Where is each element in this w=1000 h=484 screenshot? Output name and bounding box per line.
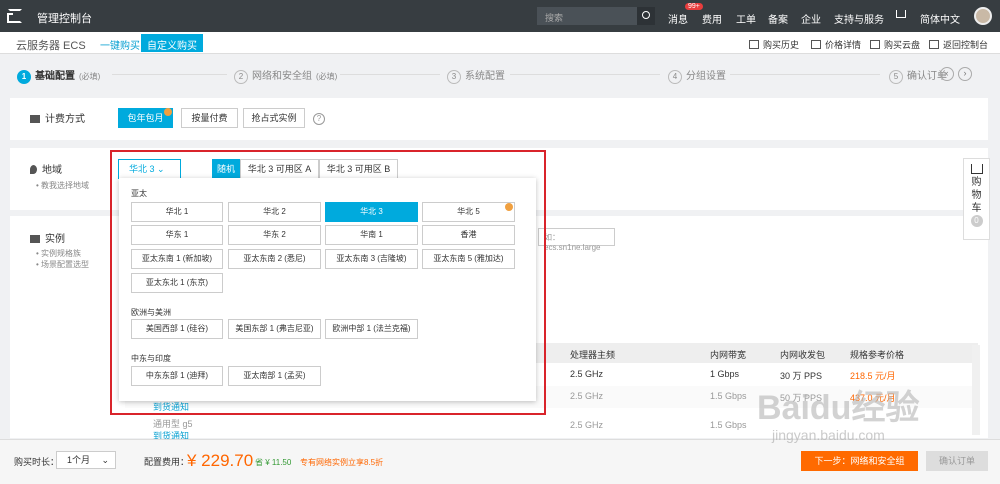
price-detail-link[interactable]: 价格详情 [811, 38, 861, 51]
console-title[interactable]: 管理控制台 [37, 10, 92, 26]
instance-label: 实例 [30, 230, 65, 245]
instance-icon [30, 235, 40, 243]
savings-text: 省 ¥ 11.50 [255, 458, 292, 467]
region-label: 地域 [30, 161, 62, 176]
col-bandwidth[interactable]: 内网带宽 [710, 348, 746, 361]
step-network-security[interactable]: 2 网络和安全组 (必填) [234, 67, 337, 84]
instance-family-link[interactable]: • 实例规格族 [36, 248, 81, 259]
search-input[interactable]: 搜索 [537, 7, 651, 25]
price-icon [811, 40, 821, 49]
tab-custom-buy[interactable]: 自定义购买 [141, 34, 203, 52]
cart-count: 0 [970, 215, 983, 227]
cart-icon [970, 164, 983, 174]
promo-text: 专有网络实例立享8.5折 [300, 458, 384, 467]
step-system-config[interactable]: 3 系统配置 [447, 67, 505, 84]
aliyun-logo-icon[interactable] [7, 9, 22, 23]
wizard-steps: 1 基础配置 (必填) 2 网络和安全组 (必填) 3 系统配置 4 分组设置 5 确认订单 … [0, 60, 1000, 90]
purchase-history-link[interactable]: 购买历史 [749, 38, 799, 51]
billing-option-spot[interactable]: 抢占式实例 [243, 108, 305, 128]
product-header: 云服务器 ECS 一键购买 自定义购买 购买历史 价格详情 购买云盘 返回控制台 [0, 32, 1000, 54]
billing-label: 计费方式 [30, 110, 85, 125]
top-navbar: 管理控制台 搜索 消息 99+ 费用 工单 备案 企业 支持与服务 简体中文 [0, 0, 1000, 32]
cart-label: 购物车 [971, 177, 982, 214]
tab-quick-buy[interactable]: 一键购买 [94, 34, 146, 52]
buy-disk-link[interactable]: 购买云盘 [870, 38, 920, 51]
baidu-watermark-url: jingyan.baidu.com [772, 427, 885, 443]
confirm-order-button[interactable]: 确认订单 [926, 451, 988, 471]
instance-search-input[interactable]: 如：ecs.sn1ne.large [538, 228, 615, 252]
cart-icon[interactable] [896, 10, 906, 18]
step-group-settings[interactable]: 4 分组设置 [668, 67, 726, 84]
language-switch[interactable]: 简体中文 [920, 11, 960, 26]
exit-icon [929, 40, 939, 49]
cart-icon [749, 40, 759, 49]
col-cpu-freq[interactable]: 处理器主频 [570, 348, 615, 361]
location-pin-icon [30, 165, 37, 174]
disk-icon [870, 40, 880, 49]
nav-tickets[interactable]: 工单 [736, 11, 756, 26]
product-title: 云服务器 ECS [16, 40, 86, 52]
col-price[interactable]: 规格参考价格 [850, 348, 904, 361]
billing-icon [30, 115, 40, 123]
duration-label: 购买时长： [14, 457, 60, 467]
region-help-link[interactable]: • 教我选择地域 [36, 180, 89, 191]
instance-table-header: 处理器主频 内网带宽 内网收发包 规格参考价格 [520, 343, 978, 363]
fee-label: 配置费用： [144, 457, 190, 467]
table-scrollbar[interactable] [972, 345, 980, 435]
duration-select[interactable]: 1个月 ⌄ [56, 451, 116, 469]
total-price: ¥ 229.70 [187, 451, 254, 470]
baidu-watermark: Baidu经验 [757, 389, 920, 427]
avatar[interactable] [974, 7, 992, 25]
billing-option-payg[interactable]: 按量付费 [181, 108, 238, 128]
promo-dot-icon [164, 108, 172, 116]
help-icon[interactable]: ? [313, 113, 325, 125]
nav-support[interactable]: 支持与服务 [834, 11, 884, 26]
scenario-selection-link[interactable]: • 场景配置选型 [36, 259, 89, 270]
nav-messages[interactable]: 消息 [668, 11, 688, 26]
shopping-cart-panel[interactable]: 购物车 0 [963, 158, 990, 240]
search-icon[interactable] [637, 7, 655, 25]
back-to-console-link[interactable]: 返回控制台 [929, 38, 988, 51]
next-step-button[interactable]: 下一步：网络和安全组 [801, 451, 918, 471]
collapse-steps-button[interactable]: ‹ [940, 67, 954, 81]
chevron-down-icon: ⌄ [101, 455, 109, 465]
nav-billing[interactable]: 费用 [702, 11, 722, 26]
step-basic-config[interactable]: 1 基础配置 (必填) [17, 67, 100, 84]
highlight-annotation [110, 150, 546, 415]
nav-filing[interactable]: 备案 [768, 11, 788, 26]
col-pps[interactable]: 内网收发包 [780, 348, 825, 361]
nav-enterprise[interactable]: 企业 [801, 11, 821, 26]
message-count-badge: 99+ [685, 3, 703, 10]
step-confirm-order[interactable]: 5 确认订单 [889, 67, 947, 84]
expand-steps-button[interactable]: › [958, 67, 972, 81]
